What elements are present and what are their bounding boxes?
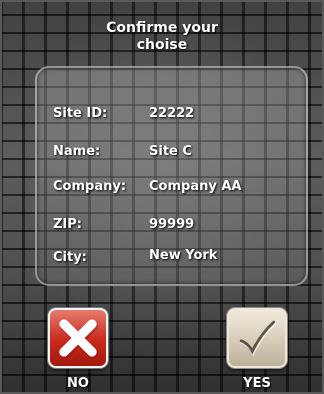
field-value: Site C — [149, 144, 192, 159]
field-value: 22222 — [149, 106, 195, 121]
field-value: Company AA — [149, 179, 242, 194]
close-icon — [59, 319, 99, 359]
field-value: New York — [149, 248, 218, 263]
yes-button[interactable] — [227, 308, 287, 368]
field-label: Company: — [53, 179, 127, 194]
field-value: 99999 — [149, 217, 195, 232]
checkmark-icon — [239, 320, 277, 357]
yes-button-label[interactable]: YES — [227, 376, 287, 391]
field-label: ZIP: — [53, 217, 82, 232]
dialog-title-line-1: Confirme your — [106, 20, 218, 36]
no-button[interactable] — [48, 308, 108, 368]
field-label: Name: — [53, 144, 101, 159]
dialog-title-line-2: choise — [136, 37, 188, 53]
field-label: City: — [53, 250, 87, 265]
no-button-label[interactable]: NO — [48, 376, 108, 391]
site-info-panel: Site ID: 22222 Name: Site C Company: Com… — [35, 66, 308, 286]
dialog-title: Confirme your choise — [0, 20, 324, 54]
field-label: Site ID: — [53, 106, 108, 121]
